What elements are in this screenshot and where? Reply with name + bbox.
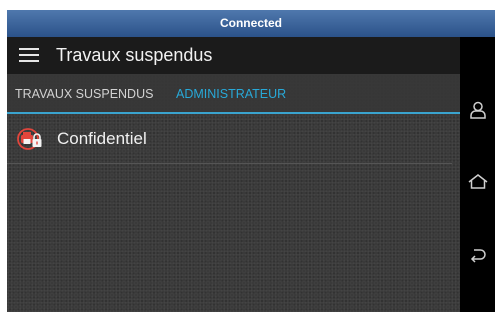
navigation-bar (460, 37, 495, 312)
tab-administrateur[interactable]: ADMINISTRATEUR (176, 87, 286, 101)
tab-bar: TRAVAUX SUSPENDUS ADMINISTRATEUR (7, 74, 460, 114)
list-item-confidentiel[interactable]: Confidentiel (7, 114, 452, 164)
back-icon[interactable] (468, 244, 488, 264)
page-title: Travaux suspendus (56, 45, 213, 65)
status-bar: Connected (7, 10, 495, 37)
status-text: Connected (219, 16, 282, 30)
toolbar: Travaux suspendus (7, 37, 460, 74)
home-icon[interactable] (468, 172, 488, 192)
hamburger-menu-icon[interactable] (19, 48, 39, 62)
locked-print-job-icon (17, 127, 43, 151)
tab-travaux-suspendus[interactable]: TRAVAUX SUSPENDUS (15, 87, 153, 101)
app-area: Travaux suspendus TRAVAUX SUSPENDUS ADMI… (7, 37, 460, 312)
user-icon[interactable] (468, 100, 488, 120)
list-item-label: Confidentiel (57, 129, 147, 148)
